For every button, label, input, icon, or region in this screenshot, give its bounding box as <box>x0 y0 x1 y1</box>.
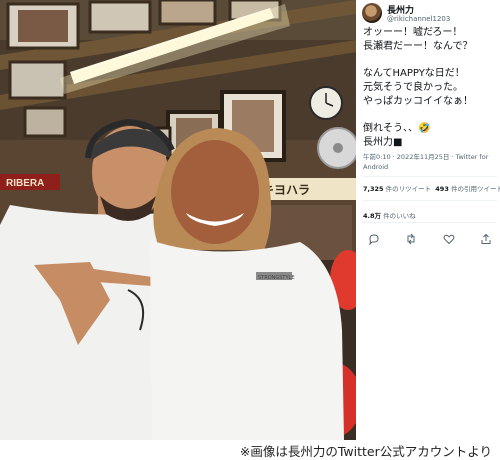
tweet-line: なんてHAPPYな日だ！ <box>363 68 465 79</box>
divider <box>363 222 497 223</box>
tweet-line: オッーー！嘘だろー！ <box>363 27 463 38</box>
tweet-actions <box>368 230 492 246</box>
tweet-line: 長瀬君だーー！なんで？ <box>363 41 473 52</box>
quotes-label[interactable]: 件の引用ツイート <box>451 185 500 193</box>
shirt-logo-text: STRONGSTYLE <box>258 275 294 281</box>
retweets-label[interactable]: 件のリツイート <box>386 185 432 193</box>
tweet-line: 長州力■ <box>363 137 403 148</box>
divider <box>363 176 497 177</box>
tweet-line: 元気そうで良かった。 <box>363 82 463 93</box>
photo-credit: ※画像は長州力のTwitter公式アカウントより <box>239 444 492 459</box>
likes-label[interactable]: 件のいいね <box>383 212 416 220</box>
likes-count[interactable]: 4.8万 <box>363 212 381 220</box>
tweet-timestamp[interactable]: 午前0:10 · 2022年11月25日 · Twitter for Andro… <box>363 152 497 172</box>
ribera-banner-text: RIBERA <box>6 178 44 189</box>
retweets-count[interactable]: 7,325 <box>363 185 384 193</box>
tweet-text: オッーー！嘘だろー！ 長瀬君だーー！なんで？ なんてHAPPYな日だ！ 元気そう… <box>363 26 497 150</box>
photo-scene: RIBERA キヨハラ STRONGSTYLE <box>0 0 356 440</box>
tweet-card: 長州力 @rikichannel1203 オッーー！嘘だろー！ 長瀬君だーー！な… <box>356 0 500 440</box>
like-icon[interactable] <box>443 230 455 245</box>
tweet-photo[interactable]: RIBERA キヨハラ STRONGSTYLE <box>0 0 356 440</box>
tweet-line: 倒れそう、、🤣 <box>363 123 431 134</box>
share-icon[interactable] <box>480 230 492 244</box>
user-handle[interactable]: @rikichannel1203 <box>387 15 450 23</box>
reply-icon[interactable] <box>368 230 380 246</box>
quotes-count[interactable]: 493 <box>435 185 449 193</box>
tweet-likes: 4.8万 件のいいね <box>363 210 416 220</box>
tweet-stats: 7,325 件のリツイート 493 件の引用ツイート <box>363 183 500 193</box>
divider <box>363 200 497 201</box>
tweet-line: やっぱカッコイイなぁ！ <box>363 96 473 107</box>
retweet-icon[interactable] <box>405 230 417 245</box>
avatar[interactable] <box>362 3 382 23</box>
